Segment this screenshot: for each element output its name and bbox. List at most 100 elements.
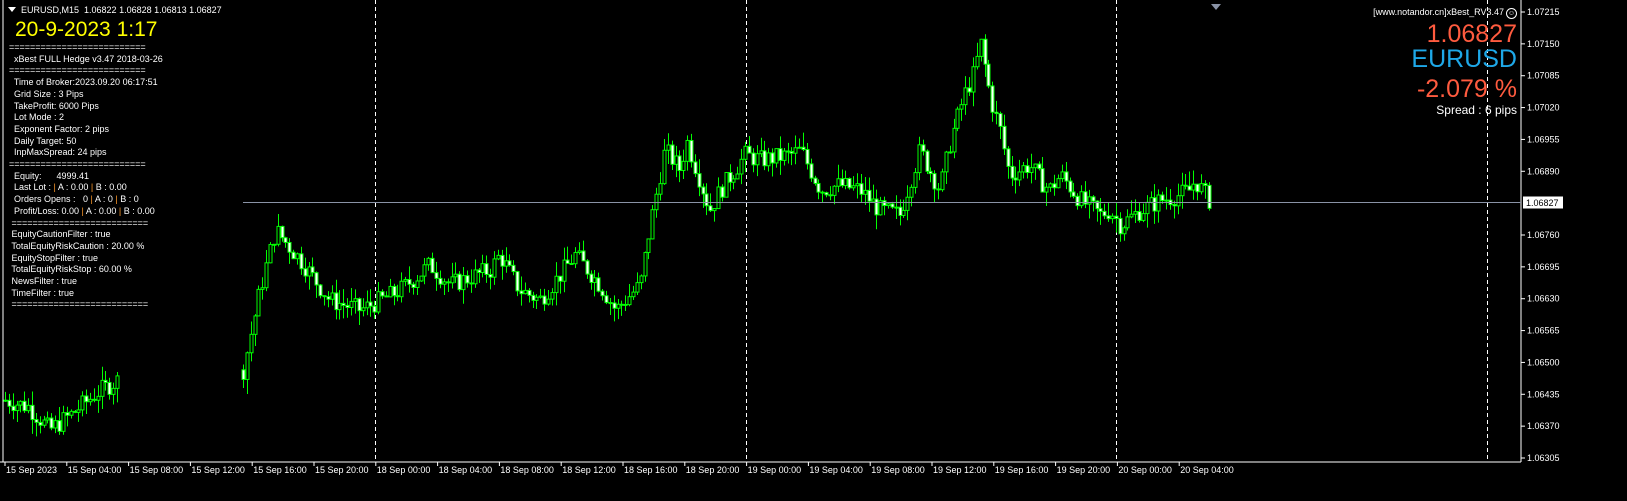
candle-body [1125, 216, 1130, 229]
candle-body [272, 243, 277, 246]
candle-body [115, 375, 120, 389]
candle-body [778, 148, 783, 161]
candle-body [650, 209, 655, 240]
candle-body [909, 186, 914, 198]
info-line: TimeFilter : true [9, 287, 75, 298]
candle-body [457, 273, 462, 291]
candle-body [766, 152, 771, 167]
candle-body [1106, 215, 1111, 220]
candle-body [1048, 183, 1053, 188]
candle-body [484, 263, 489, 275]
ea-brand: [www.notandor.cn]xBest_RV3.47 ☺ [1373, 7, 1517, 19]
candle-body [534, 296, 539, 301]
candle-body [260, 287, 265, 290]
candle-body [96, 395, 101, 401]
candle-body [542, 295, 547, 305]
candle-body [824, 192, 829, 196]
candle-body [1145, 201, 1150, 215]
candle-body [291, 251, 296, 260]
candle-body [677, 155, 682, 172]
ohlc-values: 1.06822 1.06828 1.06813 1.06827 [84, 5, 222, 15]
candle-body [639, 275, 644, 284]
candle-body [631, 291, 636, 298]
price-tick-label: 1.07085 [1527, 71, 1560, 81]
candle-body [465, 275, 470, 284]
candle-body [774, 148, 779, 164]
dropdown-triangle-icon[interactable] [8, 7, 16, 12]
info-line: ========================== [9, 65, 146, 76]
candle-body [1183, 184, 1188, 187]
candle-body [1056, 178, 1061, 189]
time-tick-label: 15 Sep 04:00 [68, 465, 122, 475]
candle-body [519, 290, 524, 295]
candle-body [670, 144, 675, 165]
clock-display: 20-9-2023 1:17 [15, 18, 158, 41]
candle-body [69, 410, 74, 416]
candle-body [874, 198, 879, 216]
candle-body [816, 182, 821, 193]
candle-body [585, 260, 590, 275]
candle-body [635, 282, 640, 293]
candle-body [1044, 186, 1049, 193]
candle-body [1010, 165, 1015, 179]
candle-body [453, 273, 458, 278]
candle-body [422, 264, 427, 277]
symbol-name: EURUSD [1411, 45, 1517, 73]
time-tick-label: 19 Sep 00:00 [748, 465, 802, 475]
candle-body [92, 398, 97, 401]
candle-body [569, 263, 574, 266]
candle-body [689, 139, 694, 163]
time-tick-label: 18 Sep 12:00 [562, 465, 616, 475]
candle-body [546, 298, 551, 305]
info-line: Equity: 4999.41 [9, 170, 90, 181]
candle-body [1118, 217, 1123, 235]
candle-body [843, 177, 848, 187]
candle-body [932, 173, 937, 190]
candle-body [859, 183, 864, 195]
candle-body [770, 152, 775, 164]
candle-body [450, 276, 455, 284]
candle-body [1021, 165, 1026, 173]
candle-body [446, 281, 451, 284]
candle-body [847, 177, 852, 189]
candle-body [310, 266, 315, 274]
candle-body [473, 269, 478, 285]
price-tick-label: 1.07215 [1527, 7, 1560, 17]
candle-body [361, 307, 366, 312]
price-tick-label: 1.06370 [1527, 421, 1560, 431]
candle-body [241, 369, 246, 380]
candle-body [1102, 210, 1107, 217]
candle-body [1079, 191, 1084, 207]
time-tick-label: 19 Sep 04:00 [809, 465, 863, 475]
candle-body [627, 296, 632, 306]
info-line: Time of Broker:2023.09.20 06:17:51 [9, 77, 158, 88]
candle-body [107, 381, 112, 395]
candle-body [963, 87, 968, 106]
candle-body [554, 275, 559, 294]
candle-body [26, 404, 31, 412]
candle-body [30, 404, 35, 421]
candle-body [426, 257, 431, 266]
candle-body [1156, 194, 1161, 212]
candle-body [592, 277, 597, 283]
price-chart[interactable]: 1.07215 1.07150 1.07085 1.07020 1.06955 1.068… [0, 0, 1627, 501]
candle-body [1029, 167, 1034, 174]
candle-body [276, 225, 281, 245]
candle-body [1071, 191, 1076, 197]
time-tick-label: 19 Sep 08:00 [871, 465, 925, 475]
time-tick-label: 15 Sep 16:00 [253, 465, 307, 475]
candle-body [979, 38, 984, 57]
candle-body [280, 225, 285, 239]
candle-body [322, 295, 327, 298]
candle-body [438, 277, 443, 285]
candle-body [415, 280, 420, 289]
candle-body [1110, 215, 1115, 220]
candle-body [797, 146, 802, 149]
candle-body [712, 208, 717, 212]
candle-body [1064, 171, 1069, 182]
candle-body [948, 151, 953, 154]
candle-body [600, 290, 605, 297]
time-tick-label: 19 Sep 16:00 [995, 465, 1049, 475]
price-tick-label: 1.07020 [1527, 103, 1560, 113]
candle-body [925, 150, 930, 172]
